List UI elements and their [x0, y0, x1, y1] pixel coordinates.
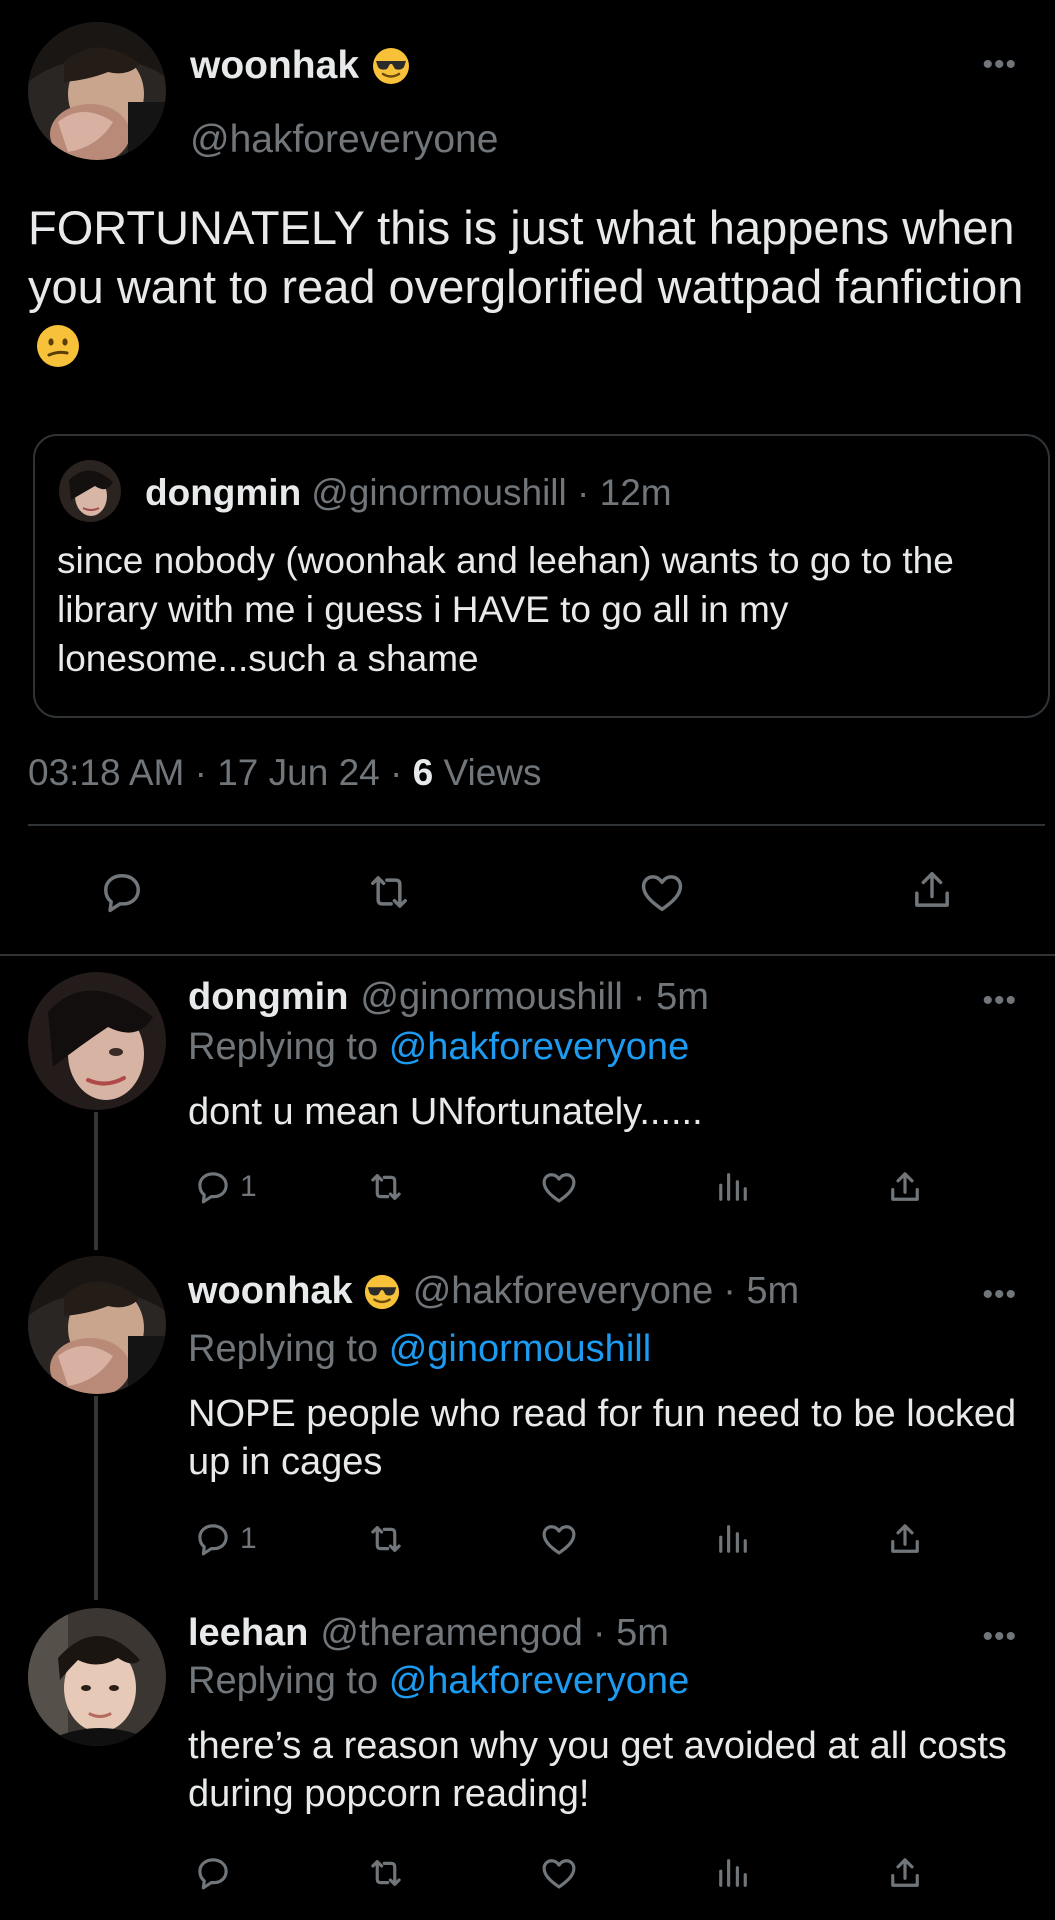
share-icon — [891, 1858, 919, 1887]
like-button[interactable] — [538, 1518, 580, 1560]
dongmin-avatar[interactable] — [28, 972, 166, 1110]
share-icon — [915, 872, 949, 907]
reply-icon — [104, 874, 140, 913]
main-tweet-views-label[interactable]: Views — [444, 752, 542, 793]
reply-text: there’s a reason why you get avoided at … — [188, 1725, 1007, 1815]
reply-button[interactable] — [96, 866, 148, 918]
more-options-icon[interactable]: ••• — [982, 1280, 1017, 1310]
share-icon — [891, 1172, 919, 1201]
like-button[interactable] — [538, 1166, 580, 1208]
reply-text: NOPE people who read for fun need to be … — [188, 1393, 1017, 1483]
reply-icon — [198, 1172, 228, 1204]
analytics-icon — [719, 1859, 747, 1887]
main-tweet-author[interactable]: woonhak — [190, 44, 411, 88]
quoted-tweet-handle: @ginormoushill — [311, 472, 567, 513]
quoted-tweet-author-name: dongmin — [145, 472, 302, 513]
leehan-avatar[interactable] — [28, 1608, 166, 1746]
reply-header: woonhak @hakforeveryone · 5m — [188, 1270, 799, 1313]
views-button[interactable] — [712, 1518, 754, 1560]
confused-face-emoji-icon — [37, 325, 79, 367]
replying-to-label: Replying to — [188, 1026, 379, 1068]
reply-header: leehan @theramengod · 5m — [188, 1612, 669, 1655]
heart-icon — [542, 1525, 576, 1555]
sunglasses-emoji-icon — [373, 48, 410, 84]
main-tweet-time: 03:18 AM — [28, 752, 185, 793]
analytics-icon — [719, 1173, 747, 1201]
quoted-tweet-card[interactable]: dongmin @ginormoushill · 12m since nobody… — [33, 434, 1050, 718]
reply-count: 1 — [240, 1522, 257, 1555]
retweet-icon — [371, 876, 407, 908]
more-options-icon[interactable]: ••• — [982, 50, 1017, 80]
main-tweet-actions — [0, 858, 1055, 928]
analytics-icon — [719, 1525, 747, 1553]
reply-header: dongmin @ginormoushill · 5m — [188, 976, 709, 1019]
reply-text: dont u mean UNfortunately...... — [188, 1091, 703, 1133]
heart-icon — [641, 875, 683, 912]
woonhak-avatar[interactable] — [28, 1256, 166, 1394]
share-button[interactable] — [884, 1852, 926, 1894]
sunglasses-emoji-icon — [364, 1274, 399, 1309]
reply-author[interactable]: woonhak — [188, 1270, 401, 1313]
dongmin-avatar — [59, 460, 121, 522]
retweet-button[interactable] — [364, 1852, 408, 1894]
heart-icon — [542, 1859, 576, 1889]
reply-author-name[interactable]: dongmin — [188, 976, 348, 1019]
reply-author-name: woonhak — [188, 1270, 353, 1312]
retweet-icon — [371, 1860, 401, 1886]
heart-icon — [542, 1173, 576, 1203]
reply-button[interactable]: 1 — [192, 1166, 257, 1208]
reply-author-name[interactable]: leehan — [188, 1612, 308, 1655]
replying-to: Replying to @hakforeveryone — [188, 1660, 689, 1703]
reply-button[interactable]: 1 — [192, 1518, 257, 1560]
more-options-icon[interactable]: ••• — [982, 986, 1017, 1016]
reply-handle[interactable]: @hakforeveryone — [413, 1270, 714, 1313]
main-tweet-text: FORTUNATELY this is just what happens wh… — [28, 198, 1038, 375]
woonhak-avatar[interactable] — [28, 22, 166, 160]
reply-count: 1 — [240, 1170, 257, 1203]
reply-icon — [198, 1858, 228, 1890]
reply-button[interactable] — [192, 1852, 234, 1894]
like-button[interactable] — [538, 1852, 580, 1894]
replying-to-mention[interactable]: @ginormoushill — [389, 1328, 651, 1370]
main-tweet-views-count: 6 — [412, 752, 434, 793]
replying-to: Replying to @ginormoushill — [188, 1328, 651, 1371]
main-tweet-text-body: FORTUNATELY this is just what happens wh… — [28, 201, 1024, 313]
more-options-icon[interactable]: ••• — [982, 1622, 1017, 1652]
reply-time: · 5m — [592, 1612, 669, 1654]
quoted-tweet-time: · 12m — [577, 472, 672, 513]
like-button[interactable] — [636, 866, 688, 918]
replying-to: Replying to @hakforeveryone — [188, 1026, 689, 1069]
share-button[interactable] — [884, 1518, 926, 1560]
views-button[interactable] — [712, 1166, 754, 1208]
reply-time: · 5m — [723, 1270, 800, 1312]
share-icon — [891, 1524, 919, 1553]
retweet-icon — [371, 1526, 401, 1552]
thread-connector-line — [94, 1396, 98, 1600]
quoted-tweet-header: dongmin @ginormoushill · 12m — [145, 472, 672, 514]
replying-to-label: Replying to — [188, 1328, 379, 1370]
share-button[interactable] — [906, 864, 958, 916]
main-tweet-author-name: woonhak — [190, 44, 360, 87]
reply-handle[interactable]: @theramengod — [320, 1612, 583, 1655]
views-button[interactable] — [712, 1852, 754, 1894]
replying-to-mention[interactable]: @hakforeveryone — [389, 1026, 690, 1068]
reply-time: · 5m — [632, 976, 709, 1018]
divider — [28, 824, 1045, 826]
quoted-tweet-text: since nobody (woonhak and leehan) wants … — [57, 540, 954, 679]
reply-icon — [198, 1524, 228, 1556]
retweet-icon — [371, 1174, 401, 1200]
replying-to-label: Replying to — [188, 1660, 379, 1702]
main-tweet-meta: 03:18 AM · 17 Jun 24 · 6 Views — [28, 752, 542, 794]
divider — [0, 954, 1055, 956]
share-button[interactable] — [884, 1166, 926, 1208]
main-tweet-date: · 17 Jun 24 · — [194, 752, 403, 793]
tweet-thread-page: woonhak @hakforeveryone ••• FORTUNATELY … — [0, 0, 1055, 1920]
retweet-button[interactable] — [364, 1518, 408, 1560]
thread-connector-line — [94, 1112, 98, 1250]
main-tweet-handle[interactable]: @hakforeveryone — [190, 118, 498, 162]
retweet-button[interactable] — [362, 866, 416, 918]
reply-handle[interactable]: @ginormoushill — [360, 976, 622, 1019]
retweet-button[interactable] — [364, 1166, 408, 1208]
replying-to-mention[interactable]: @hakforeveryone — [389, 1660, 690, 1702]
